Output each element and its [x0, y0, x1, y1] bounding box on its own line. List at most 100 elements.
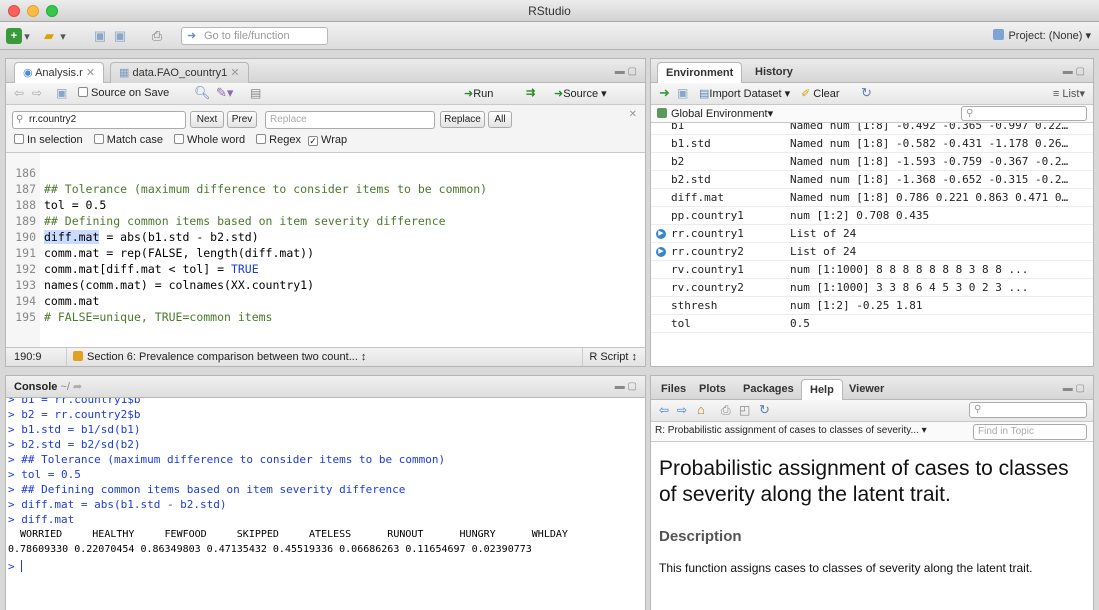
- open-project-dropdown-icon[interactable]: ▾: [58, 28, 68, 44]
- tab-analysis-r[interactable]: ◉ Analysis.r ✕: [14, 62, 105, 84]
- line-text: comm.mat: [44, 294, 100, 308]
- close-find-icon[interactable]: ✕: [629, 109, 637, 120]
- forward-icon[interactable]: ⇨: [32, 86, 42, 100]
- env-row[interactable]: rv.country1 num [1:1000] 8 8 8 8 8 8 8 3 …: [651, 261, 1093, 279]
- scope-selector[interactable]: Global Environment▾: [657, 107, 773, 120]
- env-row[interactable]: ▶ rr.country1 List of 24: [651, 225, 1093, 243]
- find-icon[interactable]: 🔍︎: [194, 85, 211, 101]
- tab-environment[interactable]: Environment: [657, 62, 743, 84]
- var-name: b2.std: [671, 173, 711, 186]
- console-prompt[interactable]: >: [8, 559, 23, 574]
- go-to-file-input[interactable]: ➜ Go to file/function: [181, 27, 328, 45]
- file-type-selector[interactable]: R Script ↕: [582, 348, 637, 366]
- help-search-input[interactable]: ⚲: [969, 402, 1087, 418]
- env-row[interactable]: ▶ rr.country2 List of 24: [651, 243, 1093, 261]
- var-value: Named num [1:8] -1.368 -0.652 -0.315 -0.…: [790, 173, 1069, 186]
- minimize-maximize-icon[interactable]: ▬ ▢: [615, 66, 637, 77]
- new-file-dropdown-icon[interactable]: ▾: [22, 28, 32, 44]
- save-icon[interactable]: ▣: [92, 28, 108, 44]
- env-row[interactable]: b2.std Named num [1:8] -1.368 -0.652 -0.3…: [651, 171, 1093, 189]
- import-dataset-button[interactable]: ▤Import Dataset ▾: [699, 87, 790, 100]
- compile-notebook-icon[interactable]: ▤: [250, 86, 261, 100]
- regex-checkbox[interactable]: Regex: [256, 134, 301, 146]
- refresh-icon[interactable]: ↻: [861, 85, 872, 101]
- print-icon[interactable]: ⎙: [148, 28, 166, 44]
- refresh-icon[interactable]: ↻: [759, 402, 770, 418]
- minimize-maximize-icon[interactable]: ▬ ▢: [1063, 66, 1085, 77]
- code-tools-icon[interactable]: ✎▾: [216, 85, 233, 101]
- find-input[interactable]: ⚲ rr.country2: [12, 111, 186, 129]
- var-value: num [1:1000] 8 8 8 8 8 8 8 3 8 8 ...: [790, 263, 1029, 276]
- env-row[interactable]: b2 Named num [1:8] -1.593 -0.759 -0.367 -…: [651, 153, 1093, 171]
- expand-icon[interactable]: ▶: [656, 229, 666, 239]
- console-output[interactable]: > b1 = rr.country1$b > b2 = rr.country2$…: [6, 398, 645, 610]
- var-name: b1: [671, 123, 685, 132]
- project-menu[interactable]: Project: (None) ▾: [993, 29, 1091, 42]
- save-all-icon[interactable]: ▣: [112, 28, 128, 44]
- list-view-menu[interactable]: ≡ List▾: [1053, 87, 1085, 100]
- save-workspace-icon[interactable]: ▣: [677, 86, 688, 100]
- show-in-window-icon[interactable]: ◰: [739, 403, 750, 417]
- replace-button[interactable]: Replace: [440, 111, 485, 128]
- print-help-icon[interactable]: ⎙: [721, 403, 731, 418]
- checkbox-box: [174, 134, 185, 144]
- find-value: rr.country2: [29, 114, 77, 125]
- whole-word-checkbox[interactable]: Whole word: [174, 134, 245, 146]
- go-to-file-placeholder: Go to file/function: [204, 30, 290, 42]
- replace-all-button[interactable]: All: [488, 111, 512, 128]
- open-project-icon[interactable]: ▰: [40, 28, 58, 44]
- find-in-topic-input[interactable]: Find in Topic: [973, 424, 1087, 440]
- wrap-checkbox[interactable]: ✓ Wrap: [308, 134, 347, 146]
- source-button[interactable]: ➜Source ▾: [554, 87, 607, 100]
- environment-pane: Environment History ▬ ▢ ➜ ▣ ▤Import Data…: [650, 58, 1094, 367]
- find-prev-button[interactable]: Prev: [227, 111, 257, 128]
- find-next-button[interactable]: Next: [190, 111, 224, 128]
- close-tab-icon[interactable]: ✕: [86, 67, 95, 79]
- tab-plots[interactable]: Plots: [691, 379, 734, 400]
- env-row[interactable]: diff.mat Named num [1:8] 0.786 0.221 0.86…: [651, 189, 1093, 207]
- tab-history[interactable]: History: [747, 62, 801, 83]
- expand-icon[interactable]: ▶: [656, 247, 666, 257]
- back-icon[interactable]: ⇦: [14, 86, 24, 100]
- topic-label: R: Probabilistic assignment of cases to …: [655, 425, 919, 436]
- close-tab-icon[interactable]: ✕: [230, 67, 239, 79]
- minimize-maximize-icon[interactable]: ▬ ▢: [615, 381, 637, 392]
- console-line: > b2.std = b2/sd(b2): [8, 438, 141, 451]
- tab-help[interactable]: Help: [801, 379, 843, 401]
- go-to-directory-icon[interactable]: ➦: [73, 381, 82, 393]
- tab-label: Viewer: [849, 383, 885, 395]
- line-text: # FALSE=unique, TRUE=common items: [44, 310, 273, 324]
- tab-data-fao-country1[interactable]: ▦ data.FAO_country1 ✕: [110, 62, 249, 83]
- tab-viewer[interactable]: Viewer: [841, 379, 892, 400]
- clear-button[interactable]: ✐ Clear: [801, 87, 840, 100]
- section-selector[interactable]: Section 6: Prevalence comparison between…: [66, 348, 366, 366]
- tab-files[interactable]: Files: [653, 379, 694, 400]
- match-case-checkbox[interactable]: Match case: [93, 134, 163, 146]
- back-icon[interactable]: ⇦: [659, 403, 669, 417]
- code-editor[interactable]: 186 187 ## Tolerance (maximum difference …: [6, 153, 645, 349]
- new-file-icon[interactable]: +: [6, 28, 22, 44]
- environment-search-input[interactable]: ⚲: [961, 106, 1087, 121]
- console-line: > ## Defining common items based on item…: [8, 483, 406, 496]
- in-selection-checkbox[interactable]: In selection: [14, 134, 83, 146]
- env-row[interactable]: tol 0.5: [651, 315, 1093, 333]
- forward-icon[interactable]: ⇨: [677, 403, 687, 417]
- run-button[interactable]: ➜Run: [464, 87, 493, 100]
- load-workspace-icon[interactable]: ➜: [659, 85, 670, 101]
- topic-selector[interactable]: R: Probabilistic assignment of cases to …: [655, 425, 927, 436]
- env-row[interactable]: b1.std Named num [1:8] -0.582 -0.431 -1.1…: [651, 135, 1093, 153]
- env-row[interactable]: rv.country2 num [1:1000] 3 3 8 6 4 5 3 0 …: [651, 279, 1093, 297]
- save-file-icon[interactable]: ▣: [56, 86, 67, 100]
- replace-input[interactable]: Replace: [265, 111, 435, 129]
- cursor-position: 190:9: [14, 351, 42, 363]
- env-row[interactable]: sthresh num [1:2] -0.25 1.81: [651, 297, 1093, 315]
- minimize-maximize-icon[interactable]: ▬ ▢: [1063, 383, 1085, 394]
- rerun-icon[interactable]: ⇉: [526, 86, 535, 99]
- tab-packages[interactable]: Packages: [735, 379, 802, 400]
- source-on-save-checkbox[interactable]: Source on Save: [78, 87, 169, 99]
- env-row[interactable]: pp.country1 num [1:2] 0.708 0.435: [651, 207, 1093, 225]
- home-icon[interactable]: ⌂: [697, 402, 705, 417]
- help-pane: Files Plots Packages Help Viewer ▬ ▢ ⇦ ⇨…: [650, 375, 1094, 610]
- var-value: num [1:1000] 3 3 8 6 4 5 3 0 2 3 ...: [790, 281, 1029, 294]
- env-row[interactable]: b1 Named num [1:8] -0.492 -0.365 -0.997 0…: [651, 123, 1093, 135]
